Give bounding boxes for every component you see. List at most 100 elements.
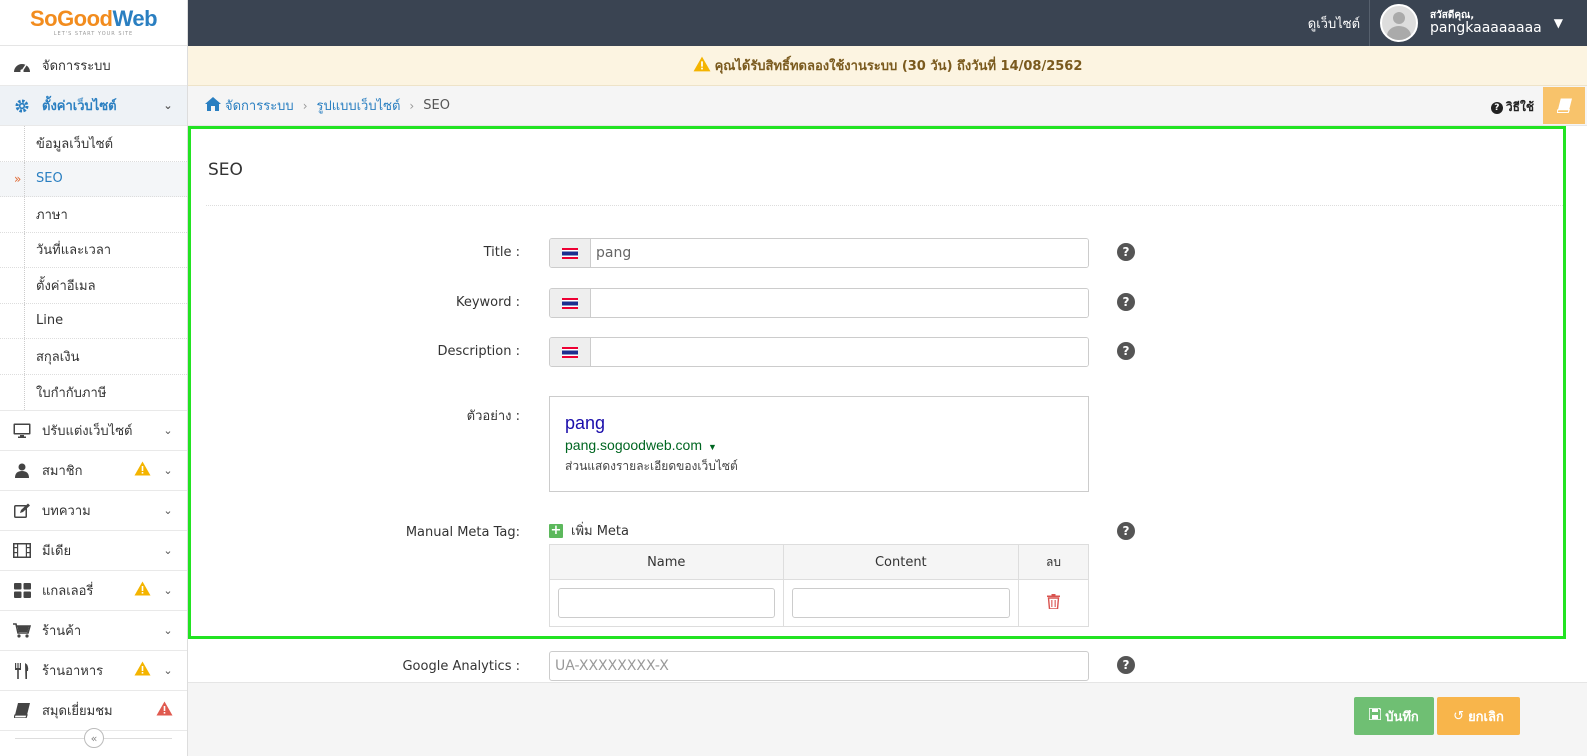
help-link[interactable]: ? วิธีใช้ xyxy=(1490,98,1534,117)
sidebar-item-label: แกลเลอรี่ xyxy=(42,584,94,599)
breadcrumb: จัดการระบบ › รูปแบบเว็บไซต์ › SEO ? วิธี… xyxy=(188,86,1587,126)
cancel-button[interactable]: ↺ ยกเลิก xyxy=(1437,697,1520,735)
book-icon xyxy=(12,702,32,720)
page-title: SEO xyxy=(208,160,243,180)
sidebar-item-customize[interactable]: ปรับแต่งเว็บไซต์ ⌄ xyxy=(0,411,187,451)
chevron-down-icon: ⌄ xyxy=(163,544,173,557)
keyword-label: Keyword : xyxy=(455,295,520,310)
meta-column-delete: ลบ xyxy=(1018,544,1089,580)
sidebar-subitem-line[interactable]: Line xyxy=(0,303,187,339)
caret-down-icon: ▼ xyxy=(1553,16,1563,30)
meta-name-input[interactable] xyxy=(558,588,775,618)
help-icon[interactable]: ? xyxy=(1117,342,1135,360)
grid-icon xyxy=(12,582,32,600)
sidebar-item-label: สมุดเยี่ยมชม xyxy=(42,704,113,719)
save-icon xyxy=(1368,707,1382,724)
warning-icon xyxy=(134,461,151,480)
warning-icon xyxy=(693,56,711,76)
breadcrumb-separator-icon: › xyxy=(302,98,308,113)
meta-tag-label: Manual Meta Tag: xyxy=(405,525,520,540)
thai-flag-icon xyxy=(562,247,578,259)
breadcrumb-link-site-format[interactable]: รูปแบบเว็บไซต์ xyxy=(317,95,401,116)
film-icon xyxy=(12,542,32,560)
logo[interactable]: SoGoodWeb LET'S START YOUR SITE xyxy=(0,0,187,46)
monitor-icon xyxy=(12,422,32,440)
sidebar-item-members[interactable]: สมาชิก ⌄ xyxy=(0,451,187,491)
preview-description: ส่วนแสดงรายละเอียดของเว็บไซต์ xyxy=(565,459,738,473)
logo-tagline: LET'S START YOUR SITE xyxy=(53,31,134,37)
sidebar-item-dashboard[interactable]: จัดการระบบ xyxy=(0,46,187,86)
title-input[interactable] xyxy=(591,239,1088,267)
sidebar-subitem-language[interactable]: ภาษา xyxy=(0,197,187,233)
chevron-down-icon: ⌄ xyxy=(163,464,173,477)
caret-down-icon: ▼ xyxy=(708,442,717,452)
warning-icon xyxy=(134,581,151,600)
title-label: Title : xyxy=(483,245,520,260)
meta-tag-table: Name Content ลบ xyxy=(549,544,1089,627)
sidebar-item-guestbook[interactable]: สมุดเยี่ยมชม xyxy=(0,691,187,731)
keyword-input[interactable] xyxy=(591,289,1088,317)
description-input-group xyxy=(549,337,1089,367)
utensils-icon xyxy=(12,662,32,680)
language-flag-addon xyxy=(550,289,591,317)
sidebar-subitem-email[interactable]: ตั้งค่าอีเมล xyxy=(0,268,187,304)
trash-icon[interactable] xyxy=(1047,593,1061,610)
preview-title: pang xyxy=(565,413,606,433)
manual-book-button[interactable] xyxy=(1543,87,1585,124)
dashboard-icon xyxy=(12,57,32,75)
breadcrumb-link-system[interactable]: จัดการระบบ xyxy=(225,95,294,116)
help-icon[interactable]: ? xyxy=(1117,522,1135,540)
plus-icon: + xyxy=(549,523,563,538)
sidebar-subitem-currency[interactable]: สกุลเงิน xyxy=(0,339,187,375)
ga-label: Google Analytics : xyxy=(402,659,520,674)
title-row: Title : ? xyxy=(188,238,1587,268)
question-icon: ? xyxy=(1490,101,1503,114)
sidebar-item-shop[interactable]: ร้านค้า ⌄ xyxy=(0,611,187,651)
error-icon xyxy=(156,701,173,720)
gear-icon xyxy=(12,97,32,115)
chevron-down-icon: ⌄ xyxy=(163,424,173,437)
chevron-down-icon: ⌄ xyxy=(163,99,173,112)
sidebar-subitem-datetime[interactable]: วันที่และเวลา xyxy=(0,232,187,268)
footer-actions: บันทึก ↺ ยกเลิก xyxy=(188,682,1587,756)
sidebar-subitem-seo[interactable]: » SEO xyxy=(0,161,187,197)
delete-row-cell xyxy=(1018,579,1089,627)
trial-notice: คุณได้รับสิทธิ์ทดลองใช้งานระบบ (30 วัน) … xyxy=(188,46,1587,86)
cancel-label: ยกเลิก xyxy=(1468,709,1504,725)
help-icon[interactable]: ? xyxy=(1117,656,1135,674)
user-menu[interactable]: สวัสดีคุณ, pangkaaaaaaaa ▼ xyxy=(1370,0,1587,46)
sidebar-item-label: สมาชิก xyxy=(42,464,83,479)
meta-content-input[interactable] xyxy=(791,588,1011,618)
sidebar-subitem-site-info[interactable]: ข้อมูลเว็บไซต์ xyxy=(0,126,187,162)
home-icon[interactable] xyxy=(205,96,221,115)
user-icon xyxy=(12,462,32,480)
chevron-down-icon: ⌄ xyxy=(163,504,173,517)
language-flag-addon xyxy=(550,239,591,267)
logo-text-part1: SoGood xyxy=(29,6,113,31)
logo-text-part2: Web xyxy=(112,6,158,31)
sidebar-item-media[interactable]: มีเดีย ⌄ xyxy=(0,531,187,571)
book-icon xyxy=(1556,98,1572,113)
collapse-sidebar-icon[interactable]: « xyxy=(84,728,104,748)
sidebar-item-restaurant[interactable]: ร้านอาหาร ⌄ xyxy=(0,651,187,691)
sidebar-item-articles[interactable]: บทความ ⌄ xyxy=(0,491,187,531)
help-icon[interactable]: ? xyxy=(1117,243,1135,261)
google-analytics-input[interactable] xyxy=(549,651,1089,681)
sidebar-item-gallery[interactable]: แกลเลอรี่ ⌄ xyxy=(0,571,187,611)
save-button[interactable]: บันทึก xyxy=(1354,697,1434,735)
add-meta-button[interactable]: + เพิ่ม Meta xyxy=(549,520,629,541)
sidebar-item-label: มีเดีย xyxy=(42,544,72,559)
chevron-down-icon: ⌄ xyxy=(163,664,173,677)
breadcrumb-current: SEO xyxy=(423,98,450,113)
description-input[interactable] xyxy=(591,338,1088,366)
chevron-down-icon: ⌄ xyxy=(163,584,173,597)
preview-url: pang.sogoodweb.com xyxy=(565,437,702,453)
undo-icon: ↺ xyxy=(1453,708,1465,724)
description-row: Description : ? xyxy=(188,337,1587,367)
view-site-link[interactable]: ดูเว็บไซต์ xyxy=(1299,0,1371,46)
sidebar-item-site-settings[interactable]: ตั้งค่าเว็บไซต์ ⌄ xyxy=(0,86,187,126)
help-icon[interactable]: ? xyxy=(1117,293,1135,311)
keyword-row: Keyword : ? xyxy=(188,288,1587,318)
sidebar-subitem-tax-invoice[interactable]: ใบกำกับภาษี xyxy=(0,374,187,411)
meta-column-name: Name xyxy=(549,544,784,580)
